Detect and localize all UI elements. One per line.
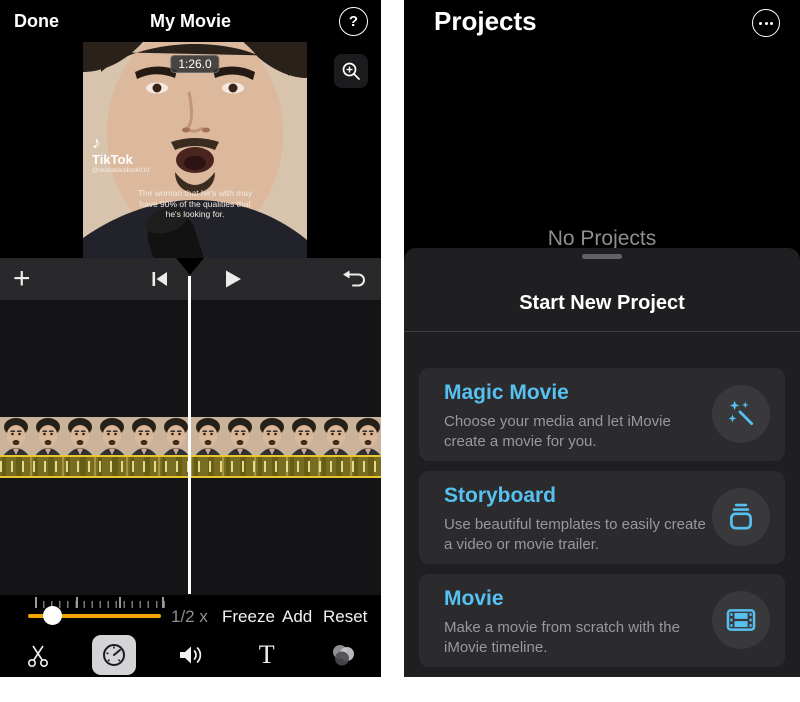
option-title: Movie xyxy=(444,587,504,611)
play-button[interactable] xyxy=(220,267,244,291)
caption-line: have 90% of the qualities that xyxy=(83,199,307,210)
ellipsis-icon xyxy=(765,22,768,25)
timestamp-badge: 1:26.0 xyxy=(170,55,219,73)
help-button[interactable]: ? xyxy=(339,7,368,36)
waveform-ticks xyxy=(0,461,381,472)
magic-wand-icon xyxy=(725,398,757,430)
option-magic-movie[interactable]: Magic Movie Choose your media and let iM… xyxy=(419,368,785,461)
speed-slider-thumb[interactable] xyxy=(43,606,62,625)
ruler-major-tick xyxy=(119,597,121,608)
video-frame[interactable]: ♪ TikTok @relatabletiktok010 The woman t… xyxy=(83,42,307,258)
speed-panel: 1/2 x Freeze Add Reset xyxy=(0,595,381,677)
option-storyboard[interactable]: Storyboard Use beautiful templates to ea… xyxy=(419,471,785,564)
option-icon-circle xyxy=(712,488,770,546)
option-movie[interactable]: Movie Make a movie from scratch with the… xyxy=(419,574,785,667)
add-media-button[interactable]: + xyxy=(13,262,31,296)
filters-tool-button[interactable] xyxy=(321,635,365,675)
caption-line: The woman that he's with may xyxy=(83,188,307,199)
filters-icon xyxy=(329,641,357,669)
timeline-area[interactable] xyxy=(0,300,381,595)
question-icon: ? xyxy=(349,13,358,30)
magnifier-plus-icon xyxy=(341,61,361,81)
tiktok-watermark: ♪ TikTok @relatabletiktok010 xyxy=(92,134,150,174)
storyboard-icon xyxy=(725,501,757,533)
trim-tool-button[interactable] xyxy=(16,635,60,675)
text-tool-button[interactable]: T xyxy=(245,635,289,675)
playhead-line xyxy=(188,276,191,594)
editor-navbar: Done My Movie ? xyxy=(0,0,381,42)
reset-button[interactable]: Reset xyxy=(323,607,367,627)
caption-line: he's looking for. xyxy=(83,209,307,220)
edit-toolbar: T xyxy=(0,633,381,677)
option-description: Choose your media and let iMovie create … xyxy=(444,412,706,452)
zoom-button[interactable] xyxy=(334,54,368,88)
tiktok-logo-text: TikTok xyxy=(92,153,150,167)
video-preview-area: ♪ TikTok @relatabletiktok010 The woman t… xyxy=(0,42,381,258)
freeze-button[interactable]: Freeze xyxy=(222,607,275,627)
projects-page-title: Projects xyxy=(434,6,537,37)
ruler-major-tick xyxy=(162,597,164,608)
project-options-list: Magic Movie Choose your media and let iM… xyxy=(419,368,785,677)
scissors-icon xyxy=(25,642,51,668)
tiktok-handle: @relatabletiktok010 xyxy=(92,167,150,174)
film-icon xyxy=(724,603,758,637)
projects-screen: Projects No Projects Start New Project M… xyxy=(404,0,800,677)
speed-tool-button[interactable] xyxy=(92,635,136,675)
ruler-major-tick xyxy=(76,597,78,608)
sheet-title: Start New Project xyxy=(404,292,800,315)
sheet-grabber-handle[interactable] xyxy=(582,254,622,259)
ruler-major-tick xyxy=(35,597,37,608)
option-title: Storyboard xyxy=(444,484,556,508)
ellipsis-icon xyxy=(770,22,773,25)
start-new-project-sheet: Start New Project Magic Movie Choose you… xyxy=(404,248,800,677)
option-icon-circle xyxy=(712,591,770,649)
undo-button[interactable] xyxy=(341,267,367,291)
add-button[interactable]: Add xyxy=(282,607,312,627)
sheet-divider xyxy=(404,331,800,332)
option-icon-circle xyxy=(712,385,770,443)
imovie-editor-screen: Done My Movie ? xyxy=(0,0,381,677)
option-title: Magic Movie xyxy=(444,381,569,405)
volume-icon xyxy=(176,642,204,668)
volume-tool-button[interactable] xyxy=(168,635,212,675)
speedometer-icon xyxy=(100,641,128,669)
speed-value-label: 1/2 x xyxy=(171,607,208,627)
option-description: Make a movie from scratch with the iMovi… xyxy=(444,618,706,658)
audio-waveform-strip[interactable] xyxy=(0,455,381,478)
text-icon: T xyxy=(259,640,275,670)
skip-to-start-button[interactable] xyxy=(148,267,172,291)
more-options-button[interactable] xyxy=(752,9,780,37)
ellipsis-icon xyxy=(759,22,762,25)
option-description: Use beautiful templates to easily create… xyxy=(444,515,706,555)
project-title: My Movie xyxy=(0,11,381,32)
playhead-notch xyxy=(176,258,204,275)
tiktok-note-icon: ♪ xyxy=(92,134,150,153)
video-caption: The woman that he's with may have 90% of… xyxy=(83,188,307,220)
